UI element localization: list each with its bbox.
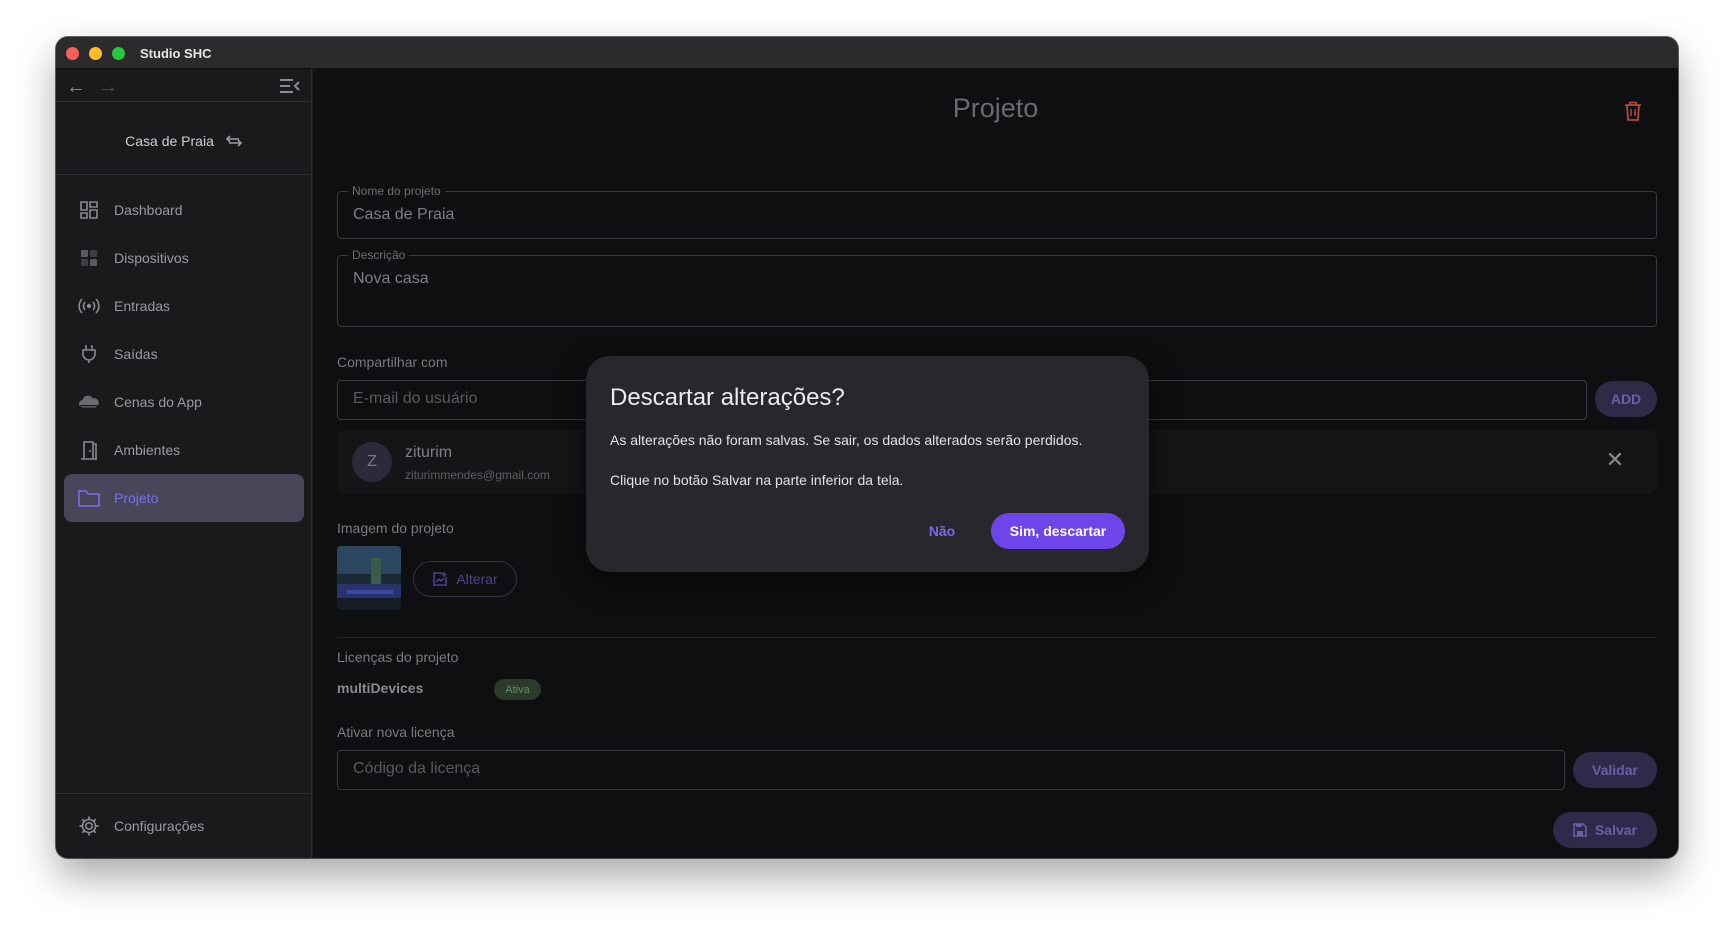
discard-changes-dialog: Descartar alterações? As alterações não … [586, 356, 1149, 572]
dialog-hint: Clique no botão Salvar na parte inferior… [610, 472, 904, 488]
modal-overlay: Descartar alterações? As alterações não … [0, 0, 1734, 932]
dialog-title: Descartar alterações? [610, 384, 845, 411]
dialog-no-button[interactable]: Não [918, 513, 966, 549]
dialog-message: As alterações não foram salvas. Se sair,… [610, 432, 1083, 448]
dialog-discard-button[interactable]: Sim, descartar [991, 513, 1125, 549]
